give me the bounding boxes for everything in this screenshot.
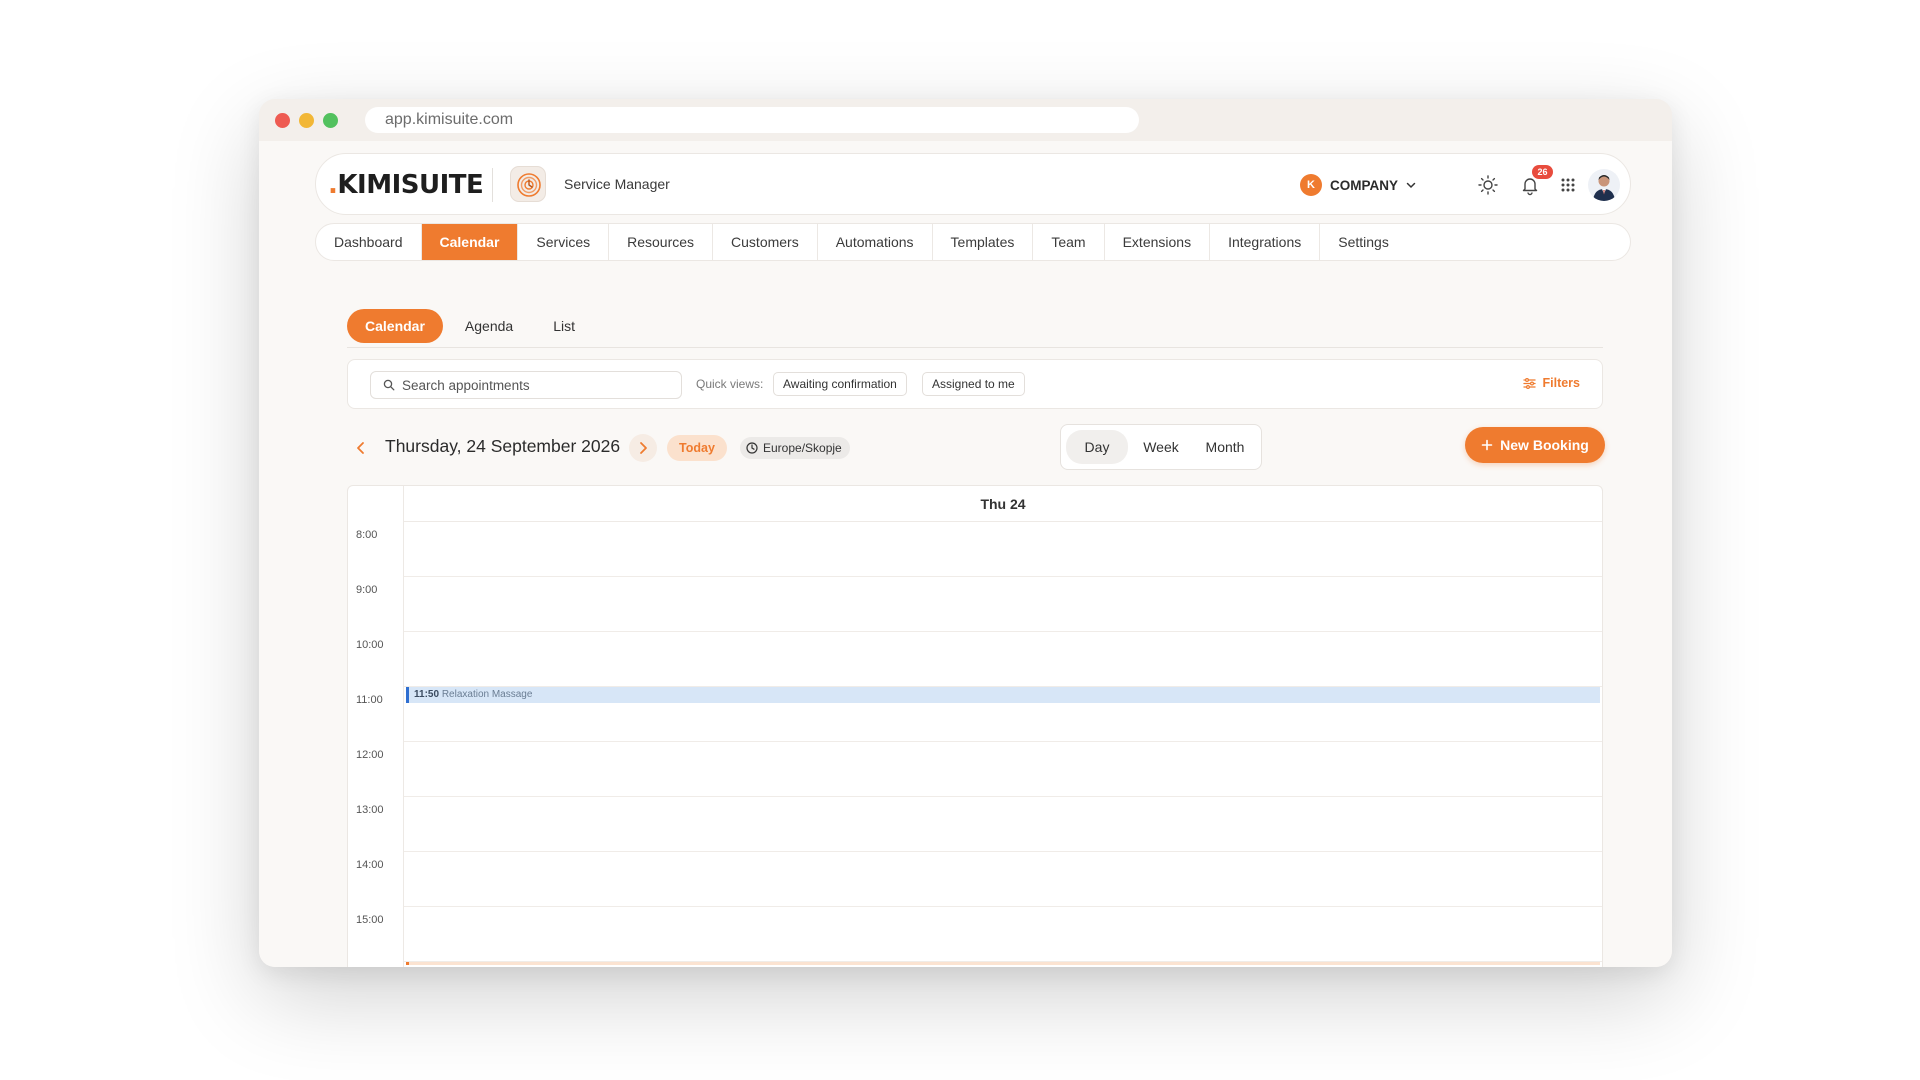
nav-templates[interactable]: Templates: [933, 224, 1034, 260]
main-navigation: Dashboard Calendar Services Resources Cu…: [315, 223, 1631, 261]
chevron-left-icon: [357, 442, 364, 454]
new-booking-label: New Booking: [1500, 437, 1589, 453]
app-header: .KIMISUITE Service Manager K COMPANY 26: [315, 153, 1631, 215]
search-input[interactable]: [402, 377, 662, 393]
next-day-button[interactable]: [629, 434, 657, 462]
day-column-header: Thu 24: [404, 486, 1602, 522]
view-day-button[interactable]: Day: [1066, 430, 1128, 464]
company-name: COMPANY: [1330, 177, 1399, 193]
maximize-window-button[interactable]: [323, 113, 338, 128]
hour-slot-10[interactable]: [404, 632, 1602, 687]
appointment-relaxation-massage[interactable]: 11:50 Relaxation Massage: [406, 687, 1600, 703]
nav-resources[interactable]: Resources: [609, 224, 714, 260]
hour-label: 14:00: [356, 859, 384, 871]
subtabs-divider: [347, 347, 1603, 348]
app-content: .KIMISUITE Service Manager K COMPANY 26 …: [259, 141, 1672, 967]
current-time-indicator: [406, 962, 1600, 965]
header-divider: [492, 168, 493, 202]
theme-toggle-sun-icon[interactable]: [1474, 171, 1502, 199]
company-switcher[interactable]: K COMPANY: [1300, 172, 1416, 198]
hour-label: 9:00: [356, 584, 378, 596]
nav-customers[interactable]: Customers: [713, 224, 818, 260]
appointments-toolbar: Quick views: Awaiting confirmation Assig…: [347, 359, 1603, 409]
chevron-right-icon: [640, 442, 647, 454]
hour-label: 10:00: [356, 639, 384, 651]
view-switcher: Day Week Month: [1060, 424, 1262, 470]
quick-view-assigned-to-me[interactable]: Assigned to me: [922, 372, 1025, 396]
company-avatar: K: [1300, 174, 1322, 196]
nav-services[interactable]: Services: [518, 224, 610, 260]
notification-count-badge: 26: [1532, 165, 1553, 179]
filters-label: Filters: [1542, 376, 1580, 390]
day-calendar: Thu 24 8:00 9:00 10:00 11:00 12:00 13:00…: [347, 485, 1603, 967]
nav-settings[interactable]: Settings: [1320, 224, 1407, 260]
hour-label: 15:00: [356, 914, 384, 926]
appointment-title: Relaxation Massage: [441, 689, 533, 700]
minimize-window-button[interactable]: [299, 113, 314, 128]
browser-window: app.kimisuite.com .KIMISUITE Service Man…: [259, 99, 1672, 967]
hour-slot-13[interactable]: [404, 797, 1602, 852]
user-avatar[interactable]: [1588, 169, 1620, 201]
view-week-button[interactable]: Week: [1130, 430, 1192, 464]
timezone-selector[interactable]: Europe/Skopje: [740, 437, 850, 459]
nav-dashboard[interactable]: Dashboard: [316, 224, 422, 260]
time-gutter: [348, 486, 404, 967]
hour-label: 11:00: [356, 694, 383, 706]
hour-slot-12[interactable]: [404, 742, 1602, 797]
service-manager-icon: [510, 166, 546, 202]
subtab-agenda[interactable]: Agenda: [447, 309, 531, 343]
kimisuite-logo[interactable]: .KIMISUITE: [328, 170, 484, 200]
subtab-calendar[interactable]: Calendar: [347, 309, 443, 343]
new-booking-button[interactable]: New Booking: [1465, 427, 1605, 463]
view-month-button[interactable]: Month: [1194, 430, 1256, 464]
timezone-label: Europe/Skopje: [763, 441, 842, 455]
quick-views-label: Quick views:: [696, 377, 764, 391]
app-name: Service Manager: [564, 176, 670, 192]
hour-slot-9[interactable]: [404, 577, 1602, 632]
hour-label: 8:00: [356, 529, 378, 541]
filters-button[interactable]: Filters: [1523, 376, 1580, 390]
clock-icon: [746, 442, 758, 454]
hour-label: 13:00: [356, 804, 384, 816]
plus-icon: [1481, 439, 1493, 451]
hour-slot-14[interactable]: [404, 852, 1602, 907]
sliders-icon: [1523, 377, 1537, 389]
nav-automations[interactable]: Automations: [818, 224, 933, 260]
hour-slot-15[interactable]: [404, 907, 1602, 962]
apps-grid-icon[interactable]: [1554, 171, 1582, 199]
current-date-title: Thursday, 24 September 2026: [385, 436, 621, 456]
chevron-down-icon: [1406, 182, 1416, 189]
quick-view-awaiting-confirmation[interactable]: Awaiting confirmation: [773, 372, 907, 396]
nav-calendar[interactable]: Calendar: [421, 224, 519, 260]
calendar-subtabs: Calendar Agenda List: [347, 309, 593, 343]
appointment-time: 11:50: [414, 689, 440, 700]
nav-team[interactable]: Team: [1033, 224, 1105, 260]
search-icon: [383, 379, 395, 391]
nav-integrations[interactable]: Integrations: [1210, 224, 1321, 260]
address-bar[interactable]: app.kimisuite.com: [365, 107, 1139, 133]
hour-label: 12:00: [356, 749, 384, 761]
today-button[interactable]: Today: [667, 435, 727, 461]
subtab-list[interactable]: List: [535, 309, 593, 343]
close-window-button[interactable]: [275, 113, 290, 128]
previous-day-button[interactable]: [351, 438, 371, 458]
search-box: [370, 371, 682, 399]
logo-text: KIMISUITE: [337, 170, 484, 200]
browser-titlebar: app.kimisuite.com: [259, 99, 1672, 141]
nav-extensions[interactable]: Extensions: [1105, 224, 1211, 260]
hour-slot-8[interactable]: [404, 522, 1602, 577]
logo-dot: .: [328, 170, 338, 200]
